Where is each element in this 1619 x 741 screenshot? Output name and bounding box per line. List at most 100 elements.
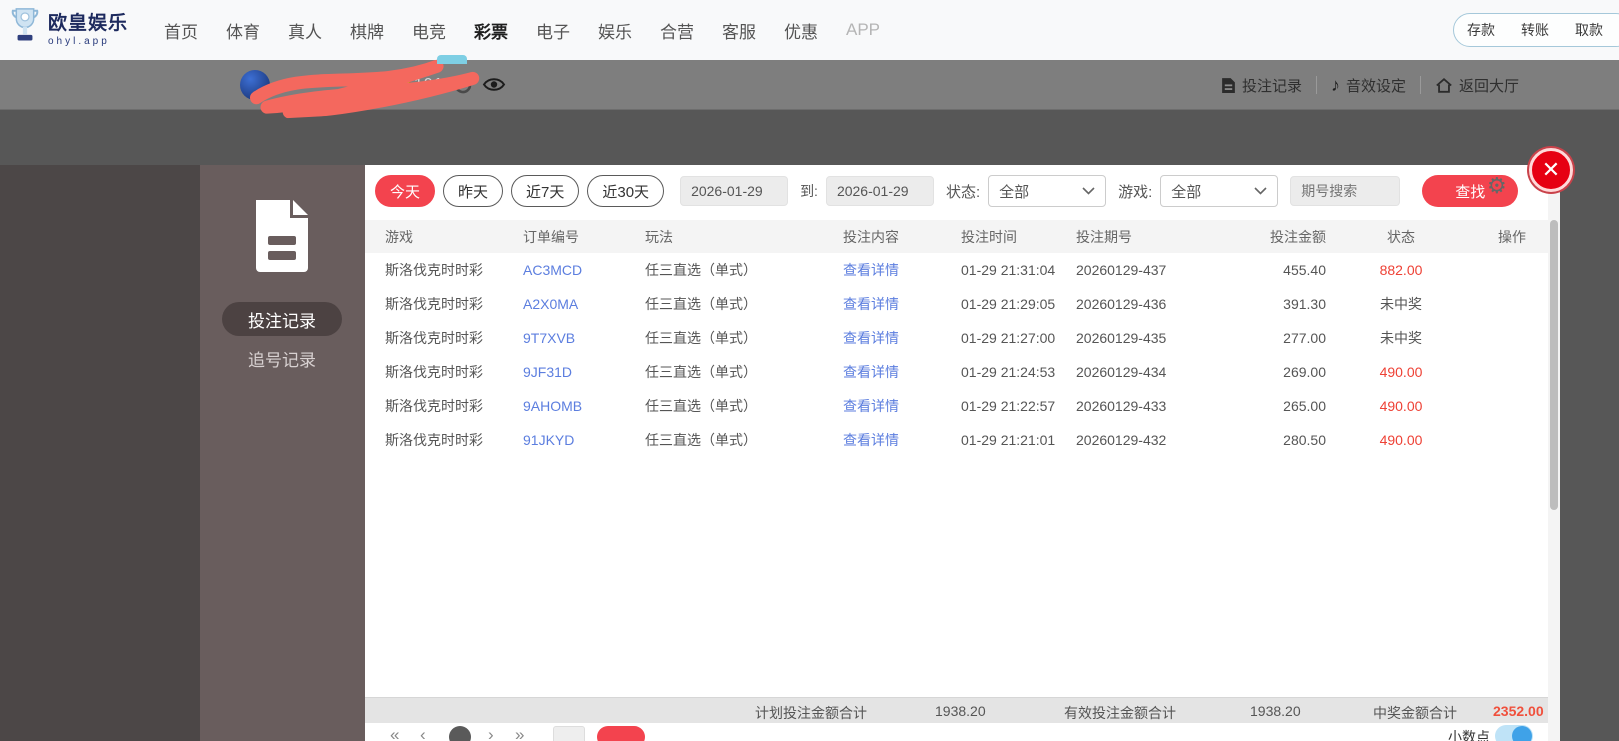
cell-order-link[interactable]: AC3MCD [523,262,645,278]
table-row: 斯洛伐克时时彩 91JKYD 任三直选（单式） 查看详情 01-29 21:21… [365,423,1548,457]
cell-time: 01-29 21:22:57 [961,398,1056,414]
nav-item-entertainment[interactable]: 娱乐 [584,18,646,43]
cell-order-link[interactable]: 9T7XVB [523,330,645,346]
filter-yesterday-button[interactable]: 昨天 [443,175,504,207]
withdraw-button[interactable]: 取款 [1562,20,1616,40]
sound-setting-link[interactable]: ♪ 音效设定 [1331,75,1406,96]
decimal-toggle-label: 小数点 [1448,729,1490,741]
status-select[interactable]: 全部 [988,175,1107,207]
nav-item-slots[interactable]: 电子 [522,18,584,43]
header-period: 投注期号 [1076,228,1132,245]
divider [1419,76,1421,94]
scrollbar-track[interactable] [1548,165,1560,741]
cell-period: 20260129-433 [1076,398,1167,414]
cell-status: 490.00 [1379,432,1423,448]
eye-icon[interactable] [482,76,506,98]
pagination-current-page[interactable] [449,726,471,741]
table-row: 斯洛伐克时时彩 A2X0MA 任三直选（单式） 查看详情 01-29 21:29… [365,287,1548,321]
nav-item-sports[interactable]: 体育 [212,18,274,43]
table-row: 斯洛伐克时时彩 9T7XVB 任三直选（单式） 查看详情 01-29 21:27… [365,321,1548,355]
nav-item-partner[interactable]: 合营 [646,18,708,43]
tab-chase-records[interactable]: 追号记录 [222,343,342,373]
document-icon [1222,77,1235,93]
cell-amount: 269.00 [1283,364,1326,380]
period-search-input[interactable] [1290,176,1401,206]
home-icon [1436,77,1452,93]
view-detail-link[interactable]: 查看详情 [843,362,961,382]
pagination-prev-icon[interactable]: ‹ [420,725,426,741]
nav-item-live[interactable]: 真人 [274,18,336,43]
pagination-next-icon[interactable]: › [488,725,494,741]
header-status: 状态 [1387,228,1415,245]
header-action: 操作 [1498,228,1526,245]
filter-30days-button[interactable]: 近30天 [587,175,665,207]
cell-amount: 277.00 [1283,330,1326,346]
nav-item-app[interactable]: APP [832,20,894,40]
game-select-value: 全部 [1171,183,1202,201]
nav-item-lottery[interactable]: 彩票 [460,18,522,43]
close-icon[interactable]: ✕ [1529,148,1573,192]
deposit-button[interactable]: 存款 [1454,20,1508,40]
header-game: 游戏 [385,228,413,245]
tab-bet-records[interactable]: 投注记录 [222,302,342,336]
brand-name: 欧皇娱乐 [48,13,129,34]
view-detail-link[interactable]: 查看详情 [843,260,961,280]
nav-item-cards[interactable]: 棋牌 [336,18,398,43]
table-row: 斯洛伐克时时彩 9AHOMB 任三直选（单式） 查看详情 01-29 21:22… [365,389,1548,423]
cell-game: 斯洛伐克时时彩 [385,330,483,346]
cell-order-link[interactable]: 9JF31D [523,364,645,380]
brand-logo[interactable]: 欧皇娱乐 ohyl.app [10,7,128,48]
pagination-first-icon[interactable]: « [390,725,399,741]
filter-7days-button[interactable]: 近7天 [511,175,580,207]
cell-order-link[interactable]: 91JKYD [523,432,645,448]
back-lobby-link[interactable]: 返回大厅 [1435,75,1519,96]
transfer-button[interactable]: 转账 [1508,20,1562,40]
cell-amount: 280.50 [1283,432,1326,448]
cell-order-link[interactable]: 9AHOMB [523,398,645,414]
decimal-toggle[interactable] [1495,725,1533,741]
decorative-highlight [437,55,467,64]
date-to-input[interactable] [825,176,934,206]
bet-record-link[interactable]: 投注记录 [1221,75,1302,96]
cell-game: 斯洛伐克时时彩 [385,432,483,448]
game-select[interactable]: 全部 [1160,175,1279,207]
divider [1315,76,1317,94]
gear-icon[interactable]: ⚙ [1487,173,1507,199]
page-jump-button[interactable] [597,726,645,741]
main-menu: 首页 体育 真人 棋牌 电竞 彩票 电子 娱乐 合营 客服 优惠 APP [150,0,894,60]
screen: 欧皇娱乐 ohyl.app 首页 体育 真人 棋牌 电竞 彩票 电子 娱乐 合营… [0,0,1619,741]
view-detail-link[interactable]: 查看详情 [843,396,961,416]
chevron-down-icon [1082,187,1095,195]
view-detail-link[interactable]: 查看详情 [843,430,961,450]
cell-play: 任三直选（单式） [645,296,757,312]
filter-today-button[interactable]: 今天 [375,175,436,207]
header-play: 玩法 [645,228,673,245]
cell-play: 任三直选（单式） [645,330,757,346]
pagination-bar: « ‹ › » 小数点 [365,723,1548,741]
plan-total-label: 计划投注金额合计 [755,705,867,721]
view-detail-link[interactable]: 查看详情 [843,294,961,314]
scrollbar-thumb[interactable] [1550,220,1558,510]
totals-bar: 计划投注金额合计 1938.20 有效投注金额合计 1938.20 中奖金额合计… [365,697,1548,723]
cell-amount: 265.00 [1283,398,1326,414]
trophy-icon [10,7,40,48]
nav-item-promo[interactable]: 优惠 [770,18,832,43]
header-time: 投注时间 [961,228,1017,245]
nav-item-home[interactable]: 首页 [150,18,212,43]
nav-item-esports[interactable]: 电竞 [398,18,460,43]
filter-bar: 今天 昨天 近7天 近30天 到: 状态: 全部 游戏: 全部 查找 [375,175,1519,207]
header-order: 订单编号 [523,228,579,245]
valid-total-value: 1938.20 [1250,703,1301,719]
date-from-input[interactable] [680,176,789,206]
pagination-last-icon[interactable]: » [515,725,524,741]
view-detail-link[interactable]: 查看详情 [843,328,961,348]
cell-status: 882.00 [1379,262,1423,278]
cell-order-link[interactable]: A2X0MA [523,296,645,312]
overlay-dim [0,165,200,741]
cell-time: 01-29 21:31:04 [961,262,1056,278]
page-jump-input[interactable] [553,726,585,741]
records-document-icon [249,198,315,279]
nav-item-service[interactable]: 客服 [708,18,770,43]
status-label: 状态: [945,183,981,201]
user-bar-links: 投注记录 ♪ 音效设定 返回大厅 [1221,60,1519,110]
